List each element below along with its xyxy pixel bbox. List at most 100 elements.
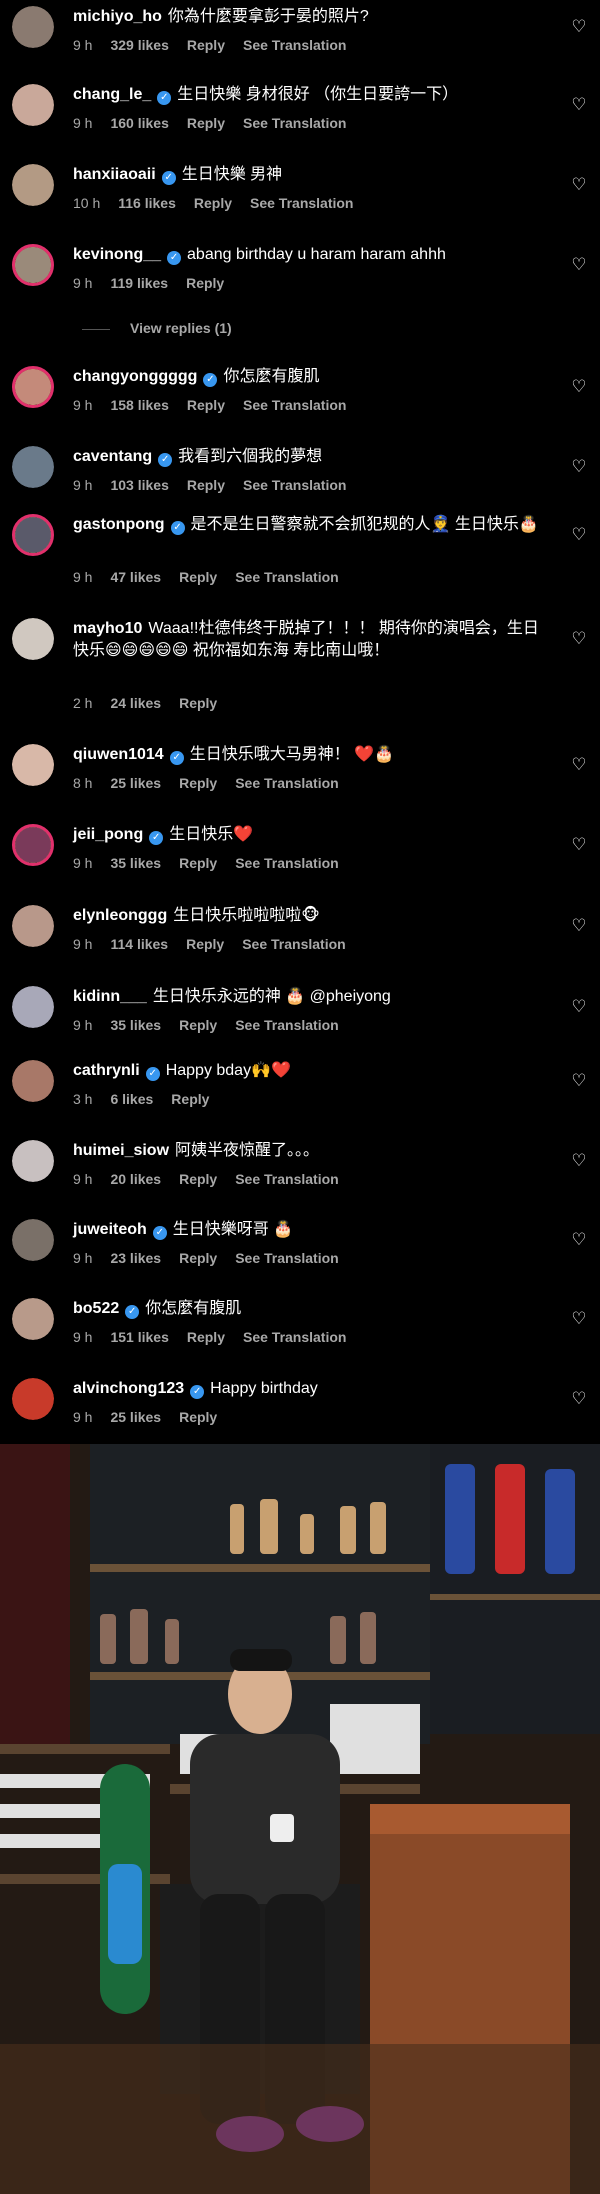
reply-button[interactable]: Reply	[179, 1250, 217, 1266]
username[interactable]: jeii_pong	[73, 826, 143, 843]
likes-count[interactable]: 47 likes	[110, 569, 161, 585]
see-translation-button[interactable]: See Translation	[235, 775, 338, 791]
view-replies-button[interactable]: View replies (1)	[82, 319, 232, 337]
avatar[interactable]	[12, 1298, 54, 1340]
reply-button[interactable]: Reply	[186, 936, 224, 952]
reply-button[interactable]: Reply	[179, 1171, 217, 1187]
likes-count[interactable]: 35 likes	[110, 855, 161, 871]
see-translation-button[interactable]: See Translation	[243, 477, 346, 493]
likes-count[interactable]: 25 likes	[110, 775, 161, 791]
username[interactable]: elynleonggg	[73, 907, 167, 924]
reply-button[interactable]: Reply	[179, 569, 217, 585]
username[interactable]: cathrynli	[73, 1062, 140, 1079]
likes-count[interactable]: 6 likes	[110, 1091, 153, 1107]
username[interactable]: qiuwen1014	[73, 746, 164, 763]
heart-icon[interactable]: ♡	[570, 630, 588, 648]
avatar[interactable]	[12, 366, 54, 408]
avatar[interactable]	[12, 618, 54, 660]
reply-button[interactable]: Reply	[179, 1017, 217, 1033]
reply-button[interactable]: Reply	[194, 195, 232, 211]
heart-icon[interactable]: ♡	[570, 1310, 588, 1328]
avatar[interactable]	[12, 244, 54, 286]
heart-icon[interactable]: ♡	[570, 526, 588, 544]
see-translation-button[interactable]: See Translation	[243, 37, 346, 53]
username[interactable]: alvinchong123	[73, 1380, 184, 1397]
avatar[interactable]	[12, 824, 54, 866]
avatar[interactable]	[12, 1378, 54, 1420]
reply-button[interactable]: Reply	[179, 775, 217, 791]
likes-count[interactable]: 35 likes	[110, 1017, 161, 1033]
username[interactable]: michiyo_ho	[73, 8, 162, 25]
reply-button[interactable]: Reply	[179, 695, 217, 711]
likes-count[interactable]: 158 likes	[110, 397, 168, 413]
avatar[interactable]	[12, 1219, 54, 1261]
username[interactable]: bo522	[73, 1300, 119, 1317]
reply-button[interactable]: Reply	[186, 275, 224, 291]
likes-count[interactable]: 151 likes	[110, 1329, 168, 1345]
heart-icon[interactable]: ♡	[570, 917, 588, 935]
heart-icon[interactable]: ♡	[570, 836, 588, 854]
username[interactable]: chang_le_	[73, 86, 151, 103]
likes-count[interactable]: 114 likes	[110, 936, 168, 952]
avatar[interactable]	[12, 1140, 54, 1182]
username[interactable]: caventang	[73, 448, 152, 465]
likes-count[interactable]: 329 likes	[110, 37, 168, 53]
avatar[interactable]	[12, 6, 54, 48]
see-translation-button[interactable]: See Translation	[235, 1017, 338, 1033]
likes-count[interactable]: 25 likes	[110, 1409, 161, 1425]
reply-button[interactable]: Reply	[171, 1091, 209, 1107]
username[interactable]: kevinong__	[73, 246, 161, 263]
heart-icon[interactable]: ♡	[570, 998, 588, 1016]
reply-button[interactable]: Reply	[179, 855, 217, 871]
avatar[interactable]	[12, 514, 54, 556]
avatar[interactable]	[12, 986, 54, 1028]
avatar[interactable]	[12, 84, 54, 126]
see-translation-button[interactable]: See Translation	[235, 569, 338, 585]
heart-icon[interactable]: ♡	[570, 256, 588, 274]
reply-button[interactable]: Reply	[179, 1409, 217, 1425]
username[interactable]: changyonggggg	[73, 368, 197, 385]
avatar[interactable]	[12, 905, 54, 947]
heart-icon[interactable]: ♡	[570, 176, 588, 194]
see-translation-button[interactable]: See Translation	[243, 397, 346, 413]
likes-count[interactable]: 24 likes	[110, 695, 161, 711]
likes-count[interactable]: 116 likes	[118, 195, 176, 211]
likes-count[interactable]: 103 likes	[110, 477, 168, 493]
reply-button[interactable]: Reply	[187, 397, 225, 413]
reply-button[interactable]: Reply	[187, 115, 225, 131]
username[interactable]: hanxiiaoaii	[73, 166, 156, 183]
heart-icon[interactable]: ♡	[570, 1072, 588, 1090]
see-translation-button[interactable]: See Translation	[235, 1171, 338, 1187]
heart-icon[interactable]: ♡	[570, 458, 588, 476]
username[interactable]: gastonpong	[73, 516, 165, 533]
likes-count[interactable]: 160 likes	[110, 115, 168, 131]
username[interactable]: juweiteoh	[73, 1221, 147, 1238]
avatar[interactable]	[12, 1060, 54, 1102]
see-translation-button[interactable]: See Translation	[243, 1329, 346, 1345]
see-translation-button[interactable]: See Translation	[250, 195, 353, 211]
likes-count[interactable]: 23 likes	[110, 1250, 161, 1266]
likes-count[interactable]: 20 likes	[110, 1171, 161, 1187]
see-translation-button[interactable]: See Translation	[242, 936, 345, 952]
heart-icon[interactable]: ♡	[570, 378, 588, 396]
heart-icon[interactable]: ♡	[570, 1152, 588, 1170]
username[interactable]: kidinn___	[73, 988, 147, 1005]
reply-button[interactable]: Reply	[187, 1329, 225, 1345]
avatar[interactable]	[12, 744, 54, 786]
reply-button[interactable]: Reply	[187, 477, 225, 493]
reply-button[interactable]: Reply	[187, 37, 225, 53]
see-translation-button[interactable]: See Translation	[235, 855, 338, 871]
likes-count[interactable]: 119 likes	[110, 275, 168, 291]
username[interactable]: huimei_siow	[73, 1142, 169, 1159]
see-translation-button[interactable]: See Translation	[235, 1250, 338, 1266]
heart-icon[interactable]: ♡	[570, 18, 588, 36]
see-translation-button[interactable]: See Translation	[243, 115, 346, 131]
heart-icon[interactable]: ♡	[570, 96, 588, 114]
heart-icon[interactable]: ♡	[570, 756, 588, 774]
post-photo[interactable]	[0, 1444, 600, 2194]
avatar[interactable]	[12, 446, 54, 488]
username[interactable]: mayho10	[73, 620, 142, 637]
heart-icon[interactable]: ♡	[570, 1231, 588, 1249]
heart-icon[interactable]: ♡	[570, 1390, 588, 1408]
avatar[interactable]	[12, 164, 54, 206]
